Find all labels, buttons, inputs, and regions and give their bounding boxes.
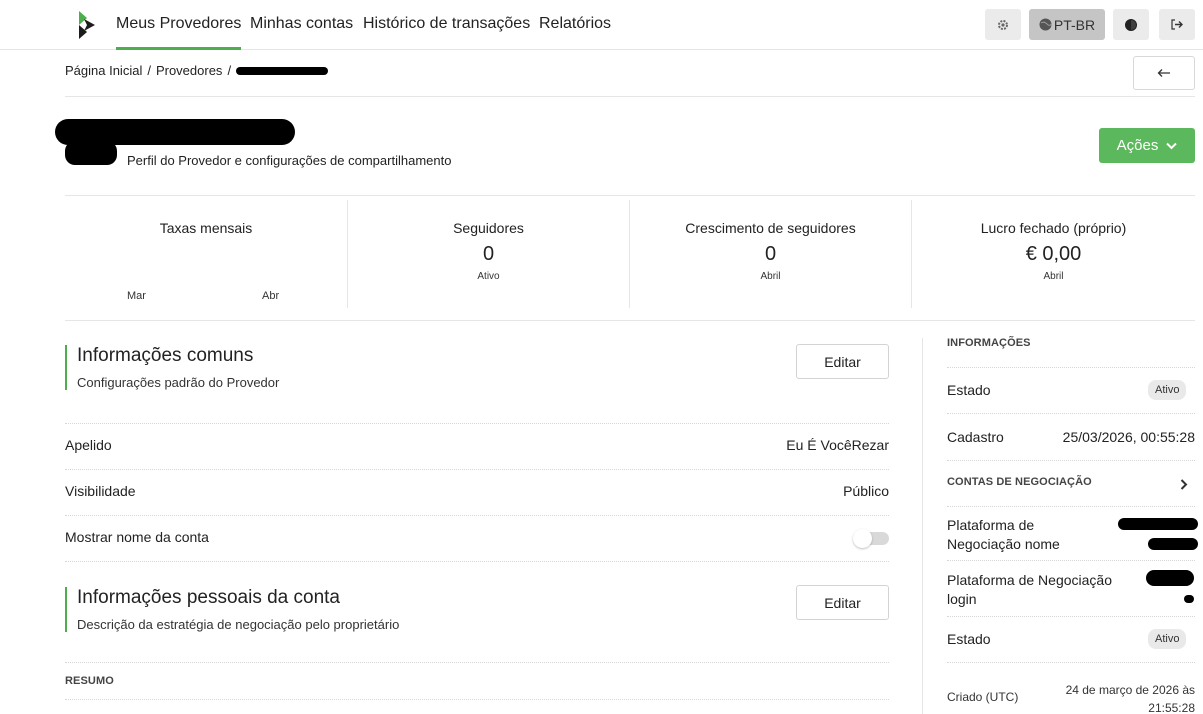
row-divider bbox=[947, 413, 1195, 414]
profile-subtitle: Perfil do Provedor e configurações de co… bbox=[127, 153, 452, 168]
month-label: Abr bbox=[262, 290, 280, 302]
month-label: Mar bbox=[127, 290, 146, 302]
visibility-value: Público bbox=[843, 483, 889, 499]
stat-closed-profit-sub: Abril bbox=[1043, 271, 1064, 282]
registered-value: 25/03/2026, 00:55:28 bbox=[1062, 429, 1195, 445]
row-divider bbox=[65, 423, 889, 424]
stat-closed-profit-label: Lucro fechado (próprio) bbox=[980, 220, 1127, 236]
status-label: Estado bbox=[947, 382, 991, 398]
logout-icon bbox=[1170, 19, 1183, 30]
row-divider bbox=[65, 515, 889, 516]
stat-followers-sub: Ativo bbox=[477, 271, 500, 282]
redacted-platform-login bbox=[1146, 570, 1194, 586]
gear-icon bbox=[998, 19, 1008, 30]
account-status-badge: Ativo bbox=[1148, 629, 1187, 649]
created-label: Criado (UTC) bbox=[947, 690, 1019, 704]
breadcrumb-separator: / bbox=[147, 63, 151, 78]
row-divider bbox=[65, 561, 889, 562]
account-status-label: Estado bbox=[947, 631, 991, 647]
show-account-name-label: Mostrar nome da conta bbox=[65, 529, 209, 545]
divider bbox=[65, 320, 1195, 321]
redacted-platform-login bbox=[1184, 595, 1194, 603]
edit-personal-info-button[interactable]: Editar bbox=[796, 585, 889, 620]
common-info-description: Configurações padrão do Provedor bbox=[77, 375, 280, 390]
contrast-icon bbox=[1125, 18, 1137, 31]
created-value: 24 de março de 2026 às 21:55:28 bbox=[1065, 683, 1195, 714]
nav-my-providers[interactable]: Meus Provedores bbox=[116, 0, 242, 50]
row-divider bbox=[65, 469, 889, 470]
redacted-platform-name bbox=[1118, 518, 1198, 530]
personal-info-description: Descrição da estratégia de negociação pe… bbox=[77, 617, 400, 632]
actions-label: Ações bbox=[1116, 137, 1159, 154]
visibility-label: Visibilidade bbox=[65, 483, 136, 499]
info-heading: INFORMAÇÕES bbox=[947, 337, 1031, 349]
common-info-title: Informações comuns bbox=[77, 345, 254, 366]
personal-info-header: Informações pessoais da conta Descrição … bbox=[65, 587, 399, 632]
registered-label: Cadastro bbox=[947, 429, 1004, 445]
row-divider bbox=[65, 662, 889, 663]
chevron-right-icon[interactable] bbox=[1180, 479, 1188, 490]
redacted-platform-name bbox=[1148, 538, 1198, 550]
nickname-value: Eu É VocêRezar bbox=[786, 437, 889, 453]
stat-monthly-fees: Taxas mensais bbox=[65, 200, 347, 308]
divider bbox=[65, 96, 1195, 97]
row-divider bbox=[947, 506, 1195, 507]
language-label: PT-BR bbox=[1053, 16, 1096, 33]
logout-button[interactable] bbox=[1159, 9, 1195, 40]
brand-logo[interactable] bbox=[78, 10, 96, 40]
chevron-down-icon bbox=[1166, 142, 1178, 149]
row-divider bbox=[65, 699, 889, 700]
breadcrumb-home[interactable]: Página Inicial bbox=[65, 63, 142, 78]
stat-closed-profit-value: € 0,00 bbox=[1025, 243, 1082, 265]
row-divider bbox=[947, 560, 1195, 561]
redacted-provider-avatar bbox=[65, 141, 117, 165]
stat-follower-growth-label: Crescimento de seguidores bbox=[685, 220, 856, 236]
breadcrumb-separator: / bbox=[227, 63, 232, 78]
stat-followers-label: Seguidores bbox=[453, 220, 524, 236]
platform-name-label: Plataforma de Negociação nome bbox=[947, 517, 1060, 552]
breadcrumb-providers[interactable]: Provedores bbox=[156, 63, 222, 78]
globe-icon bbox=[1039, 18, 1052, 31]
nav-transaction-history[interactable]: Histórico de transações bbox=[363, 0, 530, 50]
row-divider bbox=[947, 616, 1195, 617]
settings-button[interactable] bbox=[985, 9, 1021, 40]
status-badge: Ativo bbox=[1148, 380, 1187, 400]
stat-follower-growth-value: 0 bbox=[764, 243, 777, 265]
edit-common-info-button[interactable]: Editar bbox=[796, 344, 889, 379]
stat-follower-growth-sub: Abril bbox=[760, 271, 781, 282]
redacted-provider-name bbox=[236, 66, 329, 75]
back-button[interactable] bbox=[1133, 56, 1195, 90]
divider bbox=[65, 195, 1195, 196]
stat-followers: Seguidores 0 Ativo bbox=[348, 200, 629, 308]
breadcrumb: Página Inicial / Provedores / bbox=[65, 63, 329, 78]
arrow-left-icon bbox=[1157, 69, 1170, 77]
theme-toggle-button[interactable] bbox=[1113, 9, 1149, 40]
language-button[interactable]: PT-BR bbox=[1029, 9, 1105, 40]
row-divider bbox=[947, 662, 1195, 663]
sidebar-divider bbox=[922, 338, 923, 714]
toggle-knob bbox=[853, 529, 872, 548]
nav-reports[interactable]: Relatórios bbox=[539, 0, 611, 50]
summary-heading: RESUMO bbox=[65, 675, 114, 687]
top-navigation: Meus Provedores Minhas contas Histórico … bbox=[0, 0, 1203, 50]
stat-follower-growth: Crescimento de seguidores 0 Abril bbox=[630, 200, 911, 308]
platform-login-label: Plataforma de Negociação login bbox=[947, 572, 1112, 607]
stat-monthly-fees-label: Taxas mensais bbox=[159, 220, 253, 236]
row-divider bbox=[947, 460, 1195, 461]
stat-closed-profit: Lucro fechado (próprio) € 0,00 Abril bbox=[912, 200, 1195, 308]
stat-followers-value: 0 bbox=[482, 243, 495, 265]
common-info-header: Informações comuns Configurações padrão … bbox=[65, 345, 279, 390]
personal-info-title: Informações pessoais da conta bbox=[77, 587, 340, 608]
row-divider bbox=[947, 367, 1195, 368]
nickname-label: Apelido bbox=[65, 437, 112, 453]
trading-accounts-heading[interactable]: CONTAS DE NEGOCIAÇÃO bbox=[947, 476, 1092, 488]
actions-button[interactable]: Ações bbox=[1099, 128, 1195, 163]
show-account-name-toggle[interactable] bbox=[853, 529, 889, 548]
nav-my-accounts[interactable]: Minhas contas bbox=[250, 0, 353, 50]
